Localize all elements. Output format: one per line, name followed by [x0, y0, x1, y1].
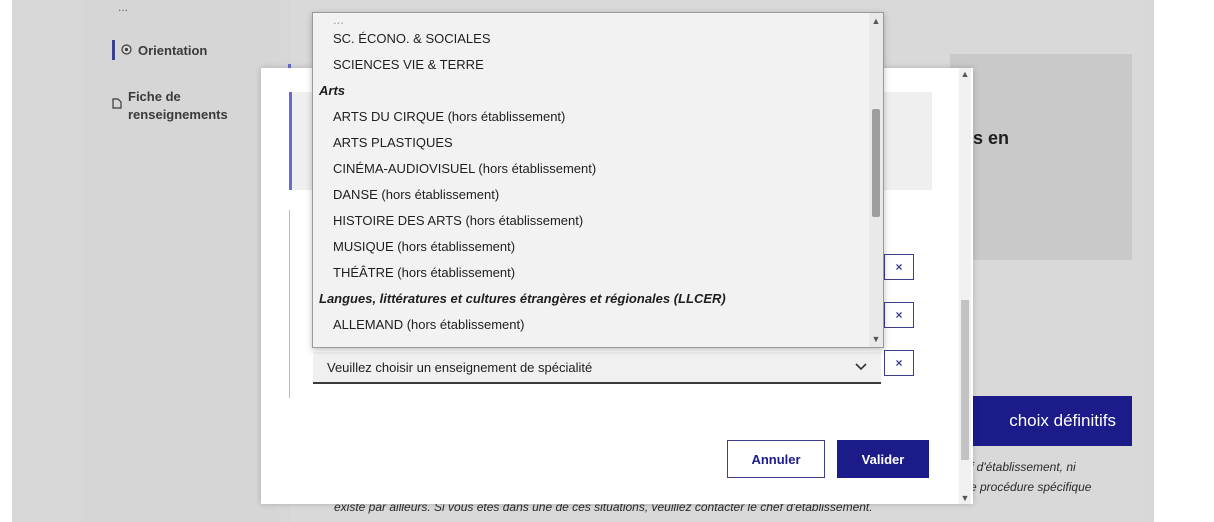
dropdown-option[interactable]: CINÉMA-AUDIOVISUEL (hors établissement)	[313, 156, 869, 182]
dropdown-option[interactable]: ALLEMAND (hors établissement)	[313, 312, 869, 338]
dropdown-option[interactable]: MUSIQUE (hors établissement)	[313, 234, 869, 260]
cancel-button[interactable]: Annuler	[727, 440, 825, 478]
sidebar-item-label-line2: renseignements	[128, 107, 228, 122]
sidebar-item-previous[interactable]: ...	[118, 0, 128, 14]
dropdown-scrollbar[interactable]: ▲ ▼	[869, 13, 883, 347]
sidebar-item-fiche[interactable]: Fiche de renseignements	[112, 88, 228, 124]
modal-scrollbar-thumb[interactable]	[961, 300, 969, 460]
specialty-select-placeholder: Veuillez choisir un enseignement de spéc…	[327, 359, 593, 375]
sidebar-item-label: Orientation	[138, 42, 208, 58]
page-right-margin	[1154, 0, 1214, 522]
sidebar	[84, 0, 274, 522]
remove-specialty-button[interactable]: ×	[884, 254, 914, 280]
validate-button[interactable]: Valider	[837, 440, 929, 478]
sidebar-item-label-line1: Fiche de	[128, 89, 181, 104]
remove-specialty-button[interactable]: ×	[884, 302, 914, 328]
dropdown-group-label: Langues, littératures et cultures étrang…	[319, 291, 726, 306]
scroll-down-icon[interactable]: ▼	[869, 333, 883, 345]
scroll-down-icon[interactable]: ▼	[959, 492, 971, 504]
dropdown-option[interactable]: THÉÂTRE (hors établissement)	[313, 260, 869, 286]
dropdown-group-label: Arts	[319, 83, 346, 98]
sidebar-item-orientation[interactable]: Orientation	[112, 40, 207, 60]
dropdown-option[interactable]: ARTS PLASTIQUES	[313, 130, 869, 156]
dropdown-option[interactable]: DANSE (hors établissement)	[313, 182, 869, 208]
scroll-up-icon[interactable]: ▲	[959, 68, 971, 80]
dropdown-option[interactable]: SC. ÉCONO. & SOCIALES	[313, 26, 869, 52]
document-icon	[112, 96, 122, 124]
specialty-dropdown-list[interactable]: ... SC. ÉCONO. & SOCIALES SCIENCES VIE & …	[312, 12, 884, 348]
background-panel-text: is en	[968, 128, 1010, 148]
dropdown-scrollbar-thumb[interactable]	[872, 109, 880, 217]
active-indicator	[112, 40, 115, 60]
background-note-line: e procédure spécifique	[970, 480, 1092, 494]
chevron-down-icon	[855, 360, 867, 374]
page-left-margin	[0, 0, 12, 522]
specialty-select[interactable]: Veuillez choisir un enseignement de spéc…	[313, 352, 881, 384]
remove-specialty-button[interactable]: ×	[884, 350, 914, 376]
background-info-panel	[950, 54, 1132, 260]
dropdown-option[interactable]: ARTS DU CIRQUE (hors établissement)	[313, 104, 869, 130]
background-note-line: f d'établissement, ni	[970, 460, 1076, 474]
modal-divider	[289, 210, 290, 398]
dropdown-options: ... SC. ÉCONO. & SOCIALES SCIENCES VIE & …	[313, 13, 869, 338]
dropdown-option-cutoff: ...	[333, 13, 344, 26]
circle-dot-icon	[121, 43, 132, 58]
dropdown-option[interactable]: HISTOIRE DES ARTS (hors établissement)	[313, 208, 869, 234]
scroll-up-icon[interactable]: ▲	[869, 15, 883, 27]
modal-scrollbar[interactable]: ▲ ▼	[959, 68, 971, 504]
dropdown-option[interactable]: SCIENCES VIE & TERRE	[313, 52, 869, 78]
